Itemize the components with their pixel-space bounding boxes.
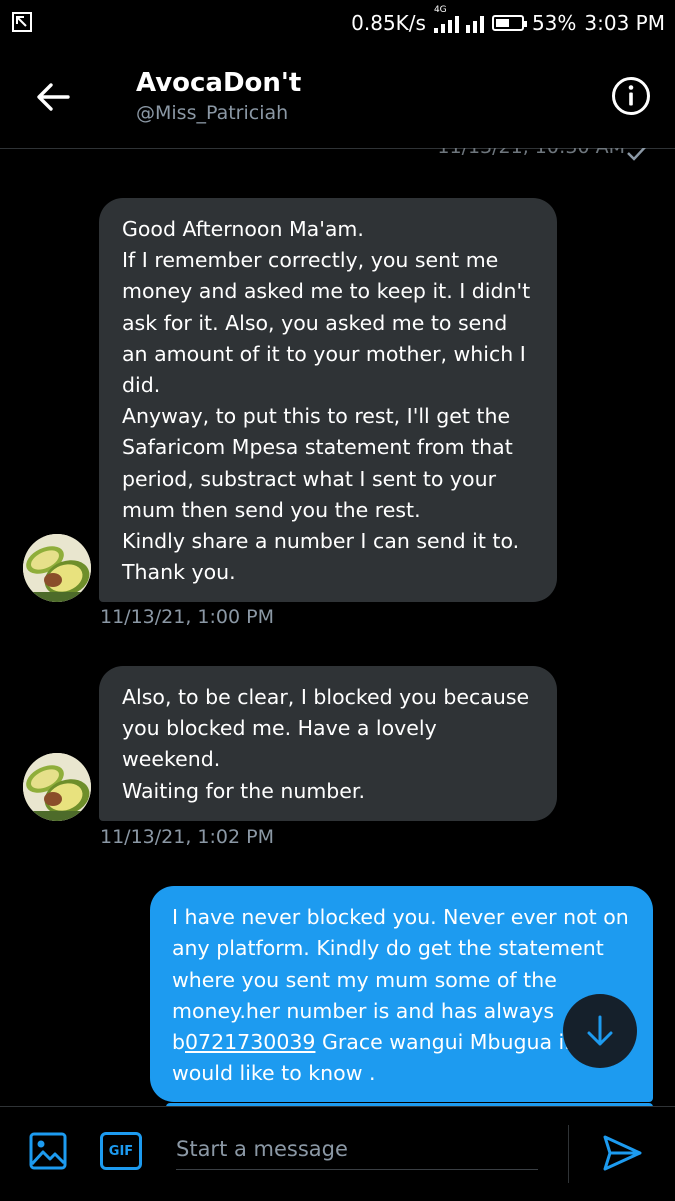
image-icon[interactable] xyxy=(28,1131,68,1171)
message-list[interactable]: 11/13/21, 10:30 AM Good Afternoon Ma'am.… xyxy=(0,148,675,1106)
info-icon[interactable] xyxy=(611,76,651,116)
message-timestamp: 11/13/21, 1:02 PM xyxy=(100,826,274,848)
contact-display-name[interactable]: AvocaDon't xyxy=(136,68,301,98)
contact-handle[interactable]: @Miss_Patriciah xyxy=(136,102,288,124)
phone-link[interactable]: 0721730039 xyxy=(185,1030,315,1054)
avatar[interactable] xyxy=(23,534,91,602)
send-icon[interactable] xyxy=(600,1131,644,1175)
battery-percent: 53% xyxy=(531,11,577,35)
scroll-to-bottom-button[interactable] xyxy=(563,994,637,1068)
message-input[interactable] xyxy=(176,1129,538,1170)
incoming-message-bubble[interactable]: Good Afternoon Ma'am. If I remember corr… xyxy=(99,198,557,603)
arrow-down-icon xyxy=(587,1015,613,1046)
back-button[interactable] xyxy=(30,74,76,120)
battery-icon xyxy=(491,15,527,31)
avocado-avatar-image xyxy=(23,534,91,602)
avocado-avatar-image xyxy=(23,753,91,821)
network-type: 4G xyxy=(433,5,447,15)
message-timestamp: 11/13/21, 10:30 AM xyxy=(437,148,625,158)
status-icons: 0.85K/s 4G 53% 3:03 PM xyxy=(351,5,665,36)
clock: 3:03 PM xyxy=(584,11,665,35)
gif-button[interactable]: GIF xyxy=(100,1132,142,1170)
composer-divider xyxy=(568,1125,569,1183)
signal-icon: 4G xyxy=(433,5,484,33)
status-bar: 0.85K/s 4G 53% 3:03 PM xyxy=(0,0,675,46)
incoming-message-bubble[interactable]: Also, to be clear, I blocked you because… xyxy=(99,666,557,821)
screenshot-icon xyxy=(12,12,32,32)
arrow-left-icon xyxy=(37,83,70,111)
message-timestamp: 11/13/21, 1:00 PM xyxy=(100,606,274,628)
outgoing-message-bubble[interactable]: I have never blocked you. Never ever not… xyxy=(150,886,653,1102)
avatar[interactable] xyxy=(23,753,91,821)
conversation-header: AvocaDon't @Miss_Patriciah xyxy=(0,46,675,149)
message-composer: GIF xyxy=(0,1106,675,1201)
read-check-icon xyxy=(627,148,646,161)
network-speed: 0.85K/s xyxy=(351,11,426,35)
gif-icon: GIF xyxy=(108,1143,134,1159)
